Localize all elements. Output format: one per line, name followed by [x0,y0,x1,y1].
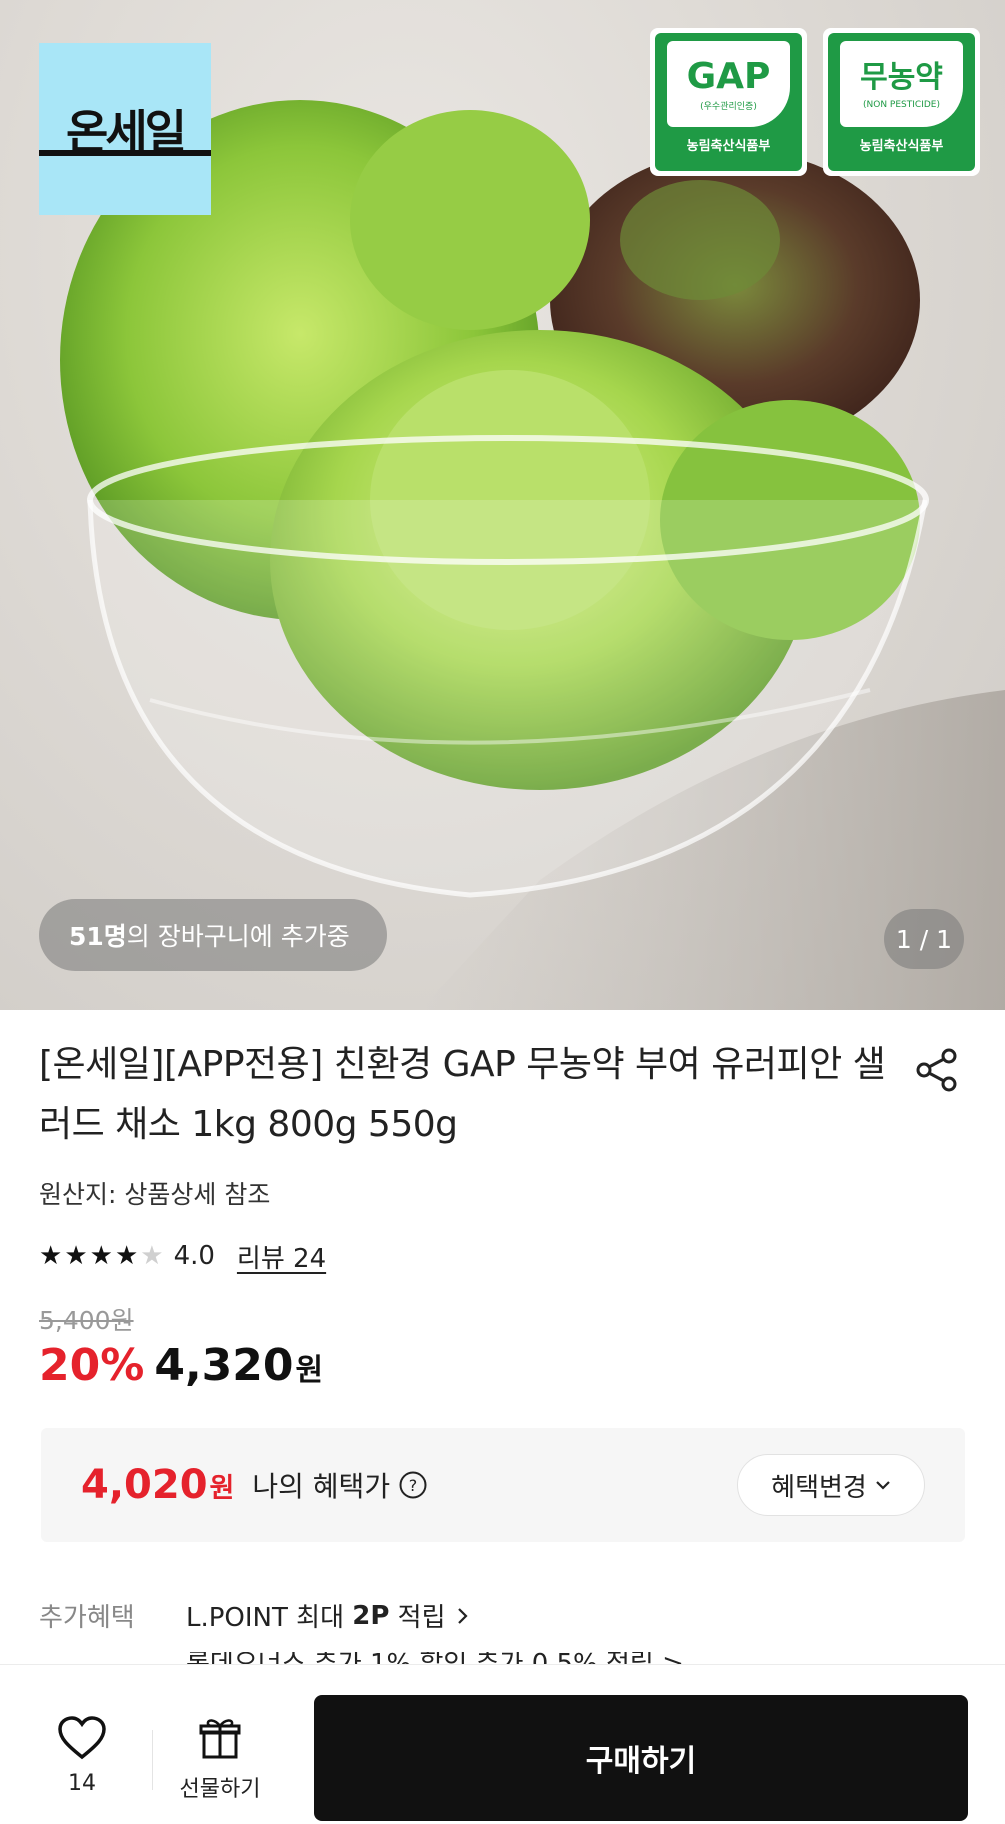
rating-stars: ★ ★ ★ ★ ★ [39,1243,164,1269]
star-icon: ★ [89,1241,113,1271]
like-button[interactable]: 14 [52,1715,112,1796]
benefit-price: 4,020 [81,1462,208,1508]
gap-badge-issuer: 농림축산식품부 [686,139,771,154]
extra-benefits-label: 추가혜택 [39,1603,135,1633]
reviews-link[interactable]: 리뷰 24 [237,1238,326,1275]
lpoint-suffix: 적립 [389,1603,446,1633]
brand-logo-underline [39,150,211,156]
bottom-bar-divider [152,1730,153,1790]
benefit-change-label: 혜택변경 [771,1472,867,1503]
lpoint-benefit-link[interactable]: L.POINT 최대 2P 적립 [186,1597,470,1634]
non-pesticide-badge-subtitle: (NON PESTICIDE) [863,100,940,110]
gift-button[interactable]: 선물하기 [168,1715,272,1803]
bottom-action-bar: 14 선물하기 구매하기 [0,1664,1005,1824]
my-benefit-price-box: 4,020 원 나의 혜택가 ? 혜택변경 [41,1428,965,1542]
star-icon: ★ [39,1241,63,1271]
gap-badge-title: GAP [686,55,771,97]
gift-label: 선물하기 [179,1777,261,1802]
chevron-right-icon [457,1607,468,1624]
star-empty-icon: ★ [140,1241,164,1271]
benefit-price-label: 나의 혜택가 [252,1470,391,1503]
non-pesticide-badge-title: 무농약 [860,60,943,95]
card-benefit-text: 롯데오너스 추가 1% 할인 추가 0.5% 적립 > [186,1652,684,1664]
discount-rate: 20% [39,1340,145,1391]
benefit-price-currency: 원 [209,1472,235,1504]
star-icon: ★ [64,1241,88,1271]
chevron-down-icon [876,1481,890,1490]
gap-badge-subtitle: (우수관리인증) [700,101,757,112]
cart-activity-text: 의 장바구니에 추가중 [126,922,350,951]
like-count: 14 [68,1771,96,1796]
share-button[interactable] [912,1045,962,1095]
cart-count: 51명 [69,922,127,951]
gift-icon [199,1719,241,1759]
star-icon: ★ [114,1241,139,1271]
rating-value: 4.0 [173,1241,215,1271]
cart-activity-pill: 51명 의 장바구니에 추가중 [39,899,387,971]
lpoint-prefix: L.POINT 최대 [186,1603,353,1633]
buy-button[interactable]: 구매하기 [314,1695,968,1821]
original-price: 5,400원 [39,1306,134,1335]
image-page-indicator: 1 / 1 [884,909,964,969]
card-benefit-link[interactable]: 롯데오너스 추가 1% 할인 추가 0.5% 적립 > [186,1652,684,1664]
origin-info: 원산지: 상품상세 참조 [39,1180,271,1209]
help-icon[interactable]: ? [398,1470,428,1500]
lpoint-points: 2P [352,1600,390,1631]
non-pesticide-cert-badge: 무농약 (NON PESTICIDE) 농림축산식품부 [823,28,980,176]
non-pesticide-badge-issuer: 농림축산식품부 [859,139,944,154]
gap-cert-badge: GAP (우수관리인증) 농림축산식품부 [650,28,807,176]
svg-text:?: ? [409,1476,418,1495]
share-icon [916,1048,957,1092]
benefit-change-button[interactable]: 혜택변경 [737,1454,925,1516]
product-image[interactable]: 온세일 GAP (우수관리인증) 농림축산식품부 무농약 (NON PESTIC… [0,0,1005,1010]
sale-price-currency: 원 [295,1353,324,1388]
price-row: 20% 4,320 원 [39,1340,323,1398]
rating-row: ★ ★ ★ ★ ★ 4.0 리뷰 24 [39,1238,326,1274]
heart-icon [58,1716,106,1760]
product-title: [온세일][APP전용] 친환경 GAP 무농약 부여 유러피안 샐러드 채소 … [39,1044,886,1145]
brand-logo: 온세일 [39,43,211,215]
sale-price: 4,320 [154,1340,294,1391]
